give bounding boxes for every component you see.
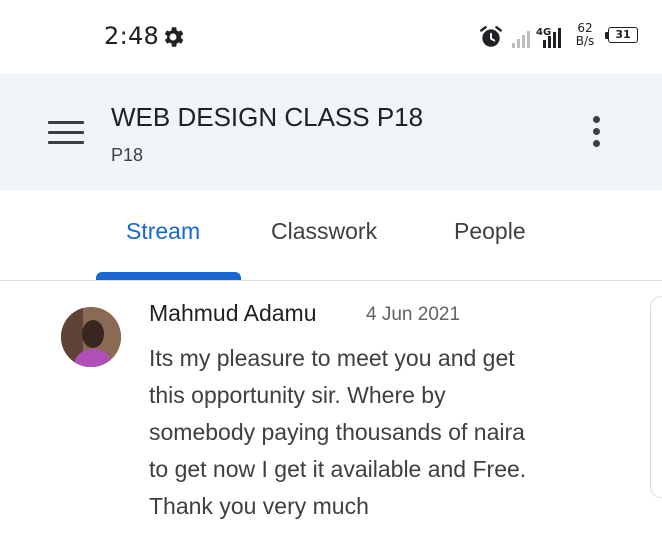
avatar[interactable] bbox=[61, 307, 121, 367]
battery-level: 31 bbox=[608, 27, 638, 43]
comment-line: Its my pleasure to meet you and get bbox=[149, 345, 515, 371]
menu-icon[interactable] bbox=[48, 121, 84, 145]
comment-text: Its my pleasure to meet you and get this… bbox=[149, 340, 619, 525]
comment-author: Mahmud Adamu bbox=[149, 300, 317, 326]
comment-line: this opportunity sir. Where by bbox=[149, 382, 446, 408]
tab-stream[interactable]: Stream bbox=[126, 218, 200, 245]
tab-bar: Stream Classwork People bbox=[0, 190, 662, 281]
battery-icon: 31 bbox=[605, 27, 641, 45]
tab-people[interactable]: People bbox=[454, 218, 526, 245]
status-time: 2:48 bbox=[104, 22, 160, 50]
status-bar: 2:48 4G 62 B/s 31 bbox=[0, 0, 662, 74]
adjacent-card-edge bbox=[650, 296, 662, 498]
comment-date: 4 Jun 2021 bbox=[366, 304, 461, 325]
comment-line: to get now I get it available and Free. bbox=[149, 456, 527, 482]
comment-line: Thank you very much bbox=[149, 493, 369, 519]
network-speed-unit: B/s bbox=[575, 34, 595, 48]
network-type-label: 4G bbox=[536, 27, 551, 38]
comment-line: somebody paying thousands of naira bbox=[149, 419, 525, 445]
class-title: WEB DESIGN CLASS P18 bbox=[111, 102, 424, 132]
tab-classwork[interactable]: Classwork bbox=[271, 218, 377, 245]
gear-icon bbox=[164, 27, 184, 47]
signal-icon: 4G bbox=[512, 27, 561, 48]
class-subtitle: P18 bbox=[111, 145, 144, 165]
more-vert-icon[interactable] bbox=[585, 116, 607, 150]
network-speed: 62 B/s bbox=[570, 22, 600, 48]
active-tab-indicator bbox=[96, 272, 241, 280]
alarm-icon bbox=[480, 26, 502, 47]
